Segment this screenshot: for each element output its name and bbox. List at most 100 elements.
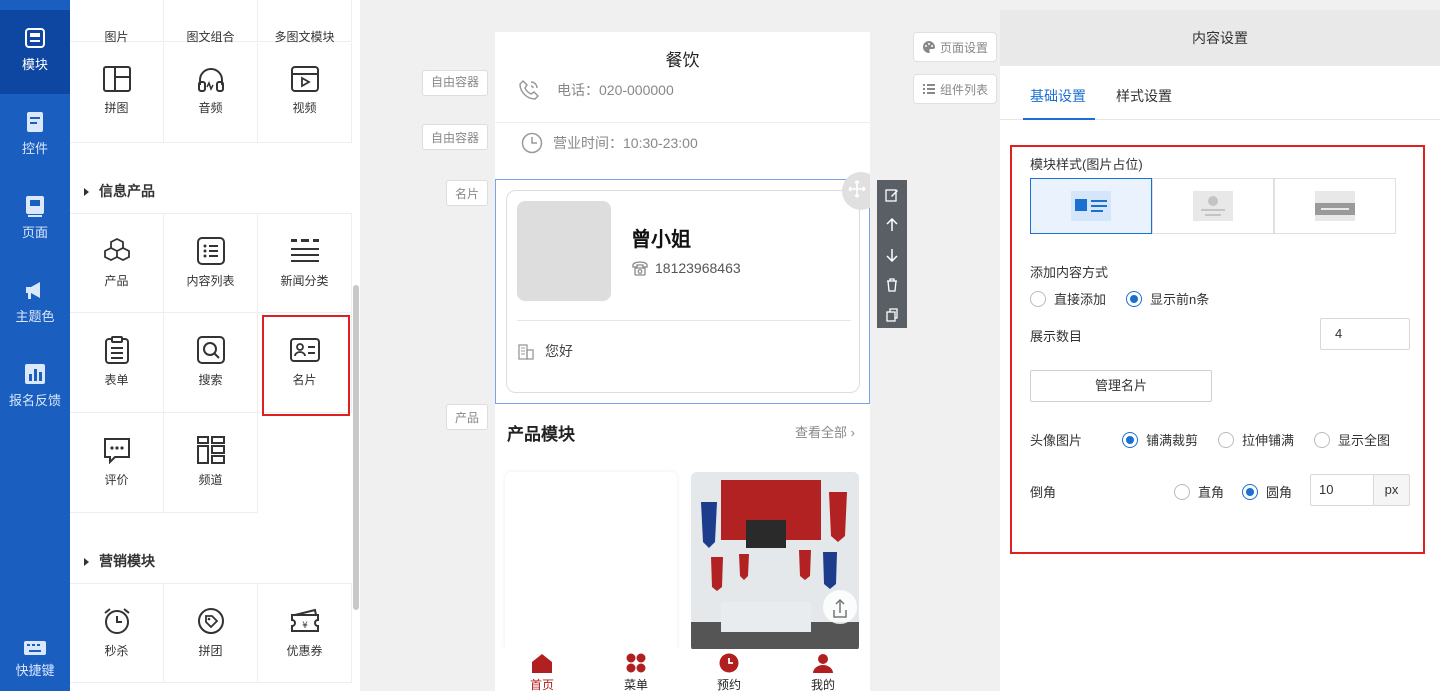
radio-rounded-corner[interactable]: 圆角 <box>1242 482 1292 501</box>
user-icon <box>813 654 833 673</box>
nav-label: 控件 <box>21 141 48 156</box>
tile-multi-image-text[interactable]: 多图文模块 <box>258 0 352 44</box>
tile-product[interactable]: 产品 <box>70 213 164 313</box>
manage-cards-button[interactable]: 管理名片 <box>1030 370 1212 402</box>
corner-radius-input[interactable]: 10 <box>1310 474 1374 506</box>
edit-button[interactable] <box>877 180 907 210</box>
phone-preview: 餐饮 电话：020-000000 营业时间：10:30-23:00 曾小姐 18… <box>495 32 870 691</box>
list-icon <box>923 84 935 94</box>
tile-form[interactable]: 表单 <box>70 313 164 413</box>
style-option-banner[interactable] <box>1274 178 1396 234</box>
radio-square-corner[interactable]: 直角 <box>1174 482 1224 501</box>
radio-show-first-n[interactable]: 显示前n条 <box>1126 289 1209 308</box>
svg-text:¥: ¥ <box>302 621 308 631</box>
card-company-row: 您好 <box>517 341 573 361</box>
radio-fill-crop[interactable]: 铺满裁剪 <box>1122 430 1198 449</box>
nav-label: 主题色 <box>15 309 55 324</box>
tile-label: 视频 <box>292 101 317 115</box>
tile-search[interactable]: 搜索 <box>164 313 258 413</box>
radio-direct-add[interactable]: 直接添加 <box>1030 289 1106 308</box>
section-title-marketing[interactable]: 营销模块 <box>84 551 155 571</box>
section-label: 营销模块 <box>99 553 155 569</box>
delete-button[interactable] <box>877 270 907 300</box>
collage-icon <box>102 66 131 92</box>
nav-item-module[interactable]: 模块 <box>0 10 70 94</box>
style-option-left-image[interactable] <box>1030 178 1152 234</box>
move-up-button[interactable] <box>877 210 907 240</box>
style-option-top-image[interactable] <box>1152 178 1274 234</box>
nav-item-theme-color[interactable]: 主题色 <box>0 262 70 346</box>
bottom-nav-booking[interactable]: 预约 <box>704 653 754 691</box>
component-tag-card[interactable]: 名片 <box>446 180 489 206</box>
bottom-nav-profile[interactable]: 我的 <box>798 653 848 691</box>
radio-label: 直接添加 <box>1054 292 1107 307</box>
copy-button[interactable] <box>877 300 907 330</box>
layout-banner-icon <box>1315 191 1355 221</box>
tab-basic-settings[interactable]: 基础设置 <box>1030 86 1086 106</box>
radio-stretch-fill[interactable]: 拉伸铺满 <box>1218 430 1294 449</box>
panel-scrollbar[interactable] <box>353 285 359 610</box>
component-tag-free-container[interactable]: 自由容器 <box>422 124 489 150</box>
alarm-clock-icon <box>103 608 130 634</box>
card-name: 曾小姐 <box>631 229 691 251</box>
bottom-nav-home[interactable]: 首页 <box>517 653 567 691</box>
widget-icon <box>27 112 43 132</box>
component-tag-product[interactable]: 产品 <box>446 404 489 430</box>
edit-icon <box>885 189 898 202</box>
view-all-link[interactable]: 查看全部 › <box>795 422 855 441</box>
display-count-input[interactable]: 4 <box>1320 318 1410 350</box>
video-icon <box>290 66 319 92</box>
tile-coupon[interactable]: ¥ 优惠券 <box>258 583 352 683</box>
page-settings-label: 页面设置 <box>940 41 989 55</box>
tile-group-buy[interactable]: 拼团 <box>164 583 258 683</box>
product-card-image[interactable] <box>691 472 859 652</box>
bottom-nav-label: 菜单 <box>623 678 648 691</box>
component-list-label: 组件列表 <box>940 83 989 97</box>
nav-item-signup-feedback[interactable]: 报名反馈 <box>0 346 70 430</box>
corner-label: 倒角 <box>1030 485 1057 500</box>
nav-item-shortcuts[interactable]: 快捷键 <box>0 630 70 691</box>
bottom-nav-label: 我的 <box>810 678 835 691</box>
nav-item-page[interactable]: 页面 <box>0 178 70 262</box>
tile-news-category[interactable]: 新闻分类 <box>258 213 352 313</box>
tile-channel[interactable]: 频道 <box>164 413 258 513</box>
restaurant-photo <box>691 472 859 652</box>
tile-image[interactable]: 图片 <box>70 0 164 44</box>
module-toolbar <box>877 180 907 328</box>
tile-flash-sale[interactable]: 秒杀 <box>70 583 164 683</box>
tile-label: 新闻分类 <box>280 274 329 288</box>
product-card[interactable] <box>505 472 677 652</box>
tile-label: 拼图 <box>104 101 129 115</box>
tab-style-settings[interactable]: 样式设置 <box>1116 86 1172 106</box>
nav-item-widget[interactable]: 控件 <box>0 94 70 178</box>
contact-phone-row[interactable]: 电话：020-000000 <box>517 78 674 102</box>
headphones-icon <box>197 68 224 92</box>
avatar-label: 头像图片 <box>1030 433 1083 448</box>
component-list-button[interactable]: 组件列表 <box>913 74 998 104</box>
radio-show-full[interactable]: 显示全图 <box>1314 430 1390 449</box>
business-hours-row[interactable]: 营业时间：10:30-23:00 <box>521 132 698 154</box>
tile-collage[interactable]: 拼图 <box>70 43 164 143</box>
product-module-title: 产品模块 <box>507 425 575 444</box>
card-module-selected[interactable]: 曾小姐 18123968463 您好 <box>495 172 870 404</box>
tile-review[interactable]: 评价 <box>70 413 164 513</box>
contact-phone-text: 电话：020-000000 <box>557 82 674 98</box>
clock-icon <box>521 132 543 154</box>
divider <box>495 122 870 123</box>
bottom-nav-menu[interactable]: 菜单 <box>611 653 661 691</box>
page-settings-button[interactable]: 页面设置 <box>913 32 998 62</box>
comment-icon <box>103 438 130 465</box>
tile-audio[interactable]: 音频 <box>164 43 258 143</box>
section-label: 信息产品 <box>99 183 155 199</box>
business-card[interactable]: 曾小姐 18123968463 您好 <box>506 190 860 393</box>
megaphone-icon <box>26 282 40 299</box>
telephone-icon <box>632 261 648 276</box>
tile-image-text[interactable]: 图文组合 <box>164 0 258 44</box>
move-down-button[interactable] <box>877 240 907 270</box>
component-tag-free-container[interactable]: 自由容器 <box>422 70 489 96</box>
section-title-info[interactable]: 信息产品 <box>84 181 155 201</box>
tile-video[interactable]: 视频 <box>258 43 352 143</box>
tile-content-list[interactable]: 内容列表 <box>164 213 258 313</box>
tile-label: 内容列表 <box>186 274 235 288</box>
radio-label: 直角 <box>1198 485 1225 500</box>
